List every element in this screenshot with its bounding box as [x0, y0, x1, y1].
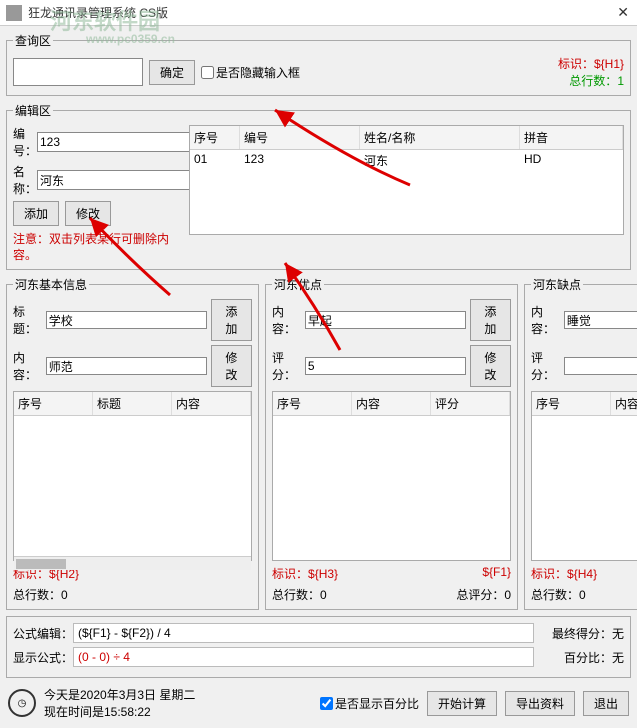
edit-add-button[interactable]: 添加 — [13, 201, 59, 226]
query-legend: 查询区 — [13, 32, 53, 49]
pro-mod-button[interactable]: 修改 — [470, 345, 511, 387]
pro-list[interactable]: 序号内容评分 — [272, 391, 511, 561]
basic-info: 河东基本信息 标题：添加 内容：修改 序号标题内容 标识：${H2} 总行数：0 — [6, 276, 259, 610]
edit-list[interactable]: 序号 编号 姓名/名称 拼音 01 123 河东 HD — [189, 125, 624, 235]
query-ok-button[interactable]: 确定 — [149, 60, 195, 85]
basic-add-button[interactable]: 添加 — [211, 299, 252, 341]
window-title: 狂龙通讯录管理系统 CS版 — [28, 4, 168, 21]
num-input[interactable] — [37, 132, 198, 152]
exit-button[interactable]: 退出 — [583, 691, 629, 716]
con-score-input[interactable] — [564, 357, 637, 375]
formula-area: 公式编辑： (${F1} - ${F2}) / 4 最终得分：无 显示公式： (… — [6, 616, 631, 678]
formula-show: (0 - 0) ÷ 4 — [73, 647, 534, 667]
name-input[interactable] — [37, 170, 198, 190]
pro-score-input[interactable] — [305, 357, 466, 375]
hide-input-checkbox[interactable]: 是否隐藏输入框 — [201, 64, 300, 81]
formula-edit[interactable]: (${F1} - ${F2}) / 4 — [73, 623, 534, 643]
bottom-bar: ◷ 今天是2020年3月3日 星期二 现在时间是15:58:22 是否显示百分比… — [6, 684, 631, 722]
cons: 河东缺点 内容：添加 评分：修改 序号内容评分 标识：${H4}${F2} 总行… — [524, 276, 637, 610]
query-input[interactable] — [13, 58, 143, 86]
time-text: 现在时间是15:58:22 — [44, 703, 195, 720]
basic-list[interactable]: 序号标题内容 — [13, 391, 252, 561]
pros: 河东优点 内容：添加 评分：修改 序号内容评分 标识：${H3}${F1} 总行… — [265, 276, 518, 610]
edit-mod-button[interactable]: 修改 — [65, 201, 111, 226]
app-icon — [6, 5, 22, 21]
titlebar: 狂龙通讯录管理系统 CS版 ✕ — [0, 0, 637, 26]
pro-add-button[interactable]: 添加 — [470, 299, 511, 341]
date-text: 今天是2020年3月3日 星期二 — [44, 686, 195, 703]
basic-mod-button[interactable]: 修改 — [211, 345, 252, 387]
edit-area: 编辑区 编号： 名称： 添加 修改 注意：双击列表某行可删除内容。 序号 编号 … — [6, 102, 631, 270]
close-icon[interactable]: ✕ — [617, 4, 629, 21]
scrollbar-h[interactable] — [14, 556, 251, 570]
clock-icon: ◷ — [8, 689, 36, 717]
basic-cont-input[interactable] — [46, 357, 207, 375]
pro-cont-input[interactable] — [305, 311, 466, 329]
query-area: 查询区 确定 是否隐藏输入框 标识：${H1} 总行数：1 — [6, 32, 631, 96]
con-list[interactable]: 序号内容评分 — [531, 391, 637, 561]
con-cont-input[interactable] — [564, 311, 637, 329]
basic-title-input[interactable] — [46, 311, 207, 329]
show-pct-checkbox[interactable]: 是否显示百分比 — [320, 695, 419, 712]
table-row[interactable]: 01 123 河东 HD — [190, 150, 623, 171]
export-button[interactable]: 导出资料 — [505, 691, 575, 716]
delete-note: 注意：双击列表某行可删除内容。 — [13, 232, 183, 263]
edit-legend: 编辑区 — [13, 102, 53, 119]
calc-button[interactable]: 开始计算 — [427, 691, 497, 716]
